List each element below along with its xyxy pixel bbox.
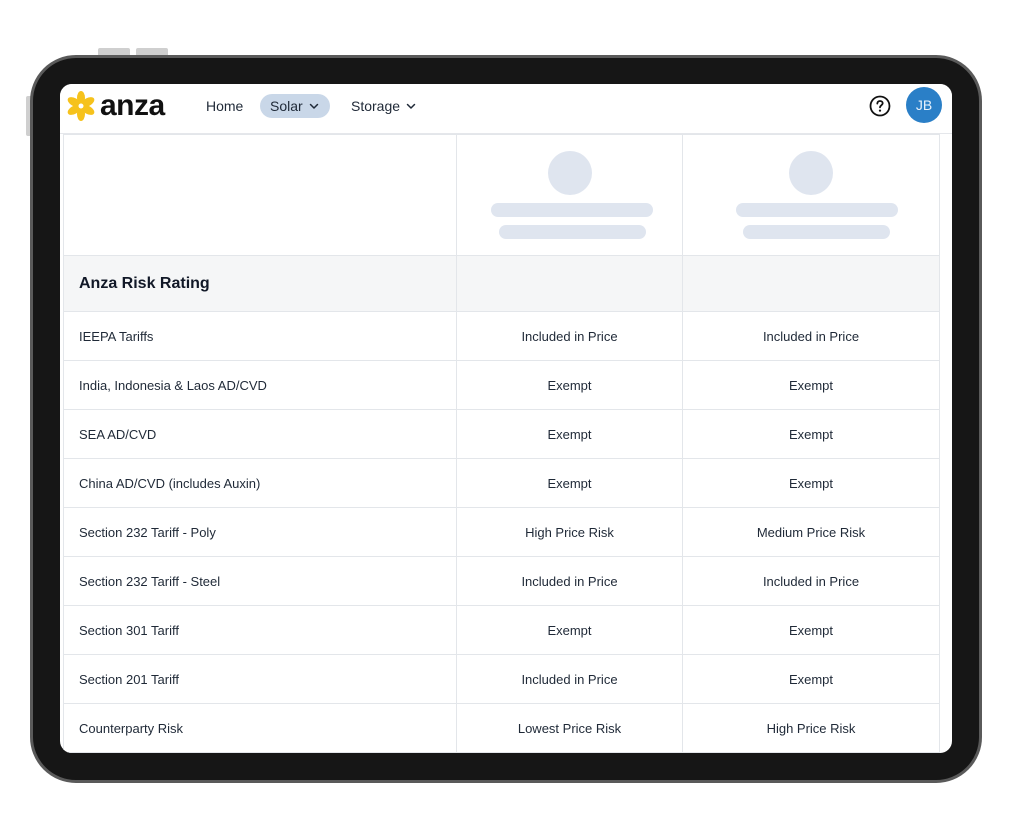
chevron-down-icon <box>406 103 416 109</box>
row-label: India, Indonesia & Laos AD/CVD <box>63 360 457 410</box>
row-value: Exempt <box>456 605 683 655</box>
avatar-initials: JB <box>915 97 933 113</box>
row-label: SEA AD/CVD <box>63 409 457 459</box>
row-value: Included in Price <box>682 311 940 361</box>
top-navbar: anza Home Solar Storage JB <box>60 84 952 134</box>
section-empty-cell <box>456 255 683 312</box>
brand-wordmark: anza <box>100 89 165 122</box>
row-value: Exempt <box>456 360 683 410</box>
question-circle-icon[interactable] <box>869 95 891 117</box>
table-row: China AD/CVD (includes Auxin) Exempt Exemp… <box>63 458 940 508</box>
skeleton-line <box>736 203 898 217</box>
app-screen: anza Home Solar Storage JB Anza Risk Rat… <box>60 84 952 753</box>
product-placeholder-1 <box>456 134 683 256</box>
nav-solar-label: Solar <box>270 98 303 114</box>
row-value: Lowest Price Risk <box>456 703 683 753</box>
section-title-cell: Anza Risk Rating <box>63 255 457 312</box>
section-title: Anza Risk Rating <box>79 274 210 292</box>
header-empty-cell <box>63 134 457 256</box>
avatar[interactable]: JB <box>906 87 942 123</box>
flower-logo-icon <box>67 91 95 121</box>
device-button <box>136 48 168 55</box>
nav-storage[interactable]: Storage <box>341 94 427 118</box>
table-row: IEEPA Tariffs Included in Price Included i… <box>63 311 940 361</box>
table-row: India, Indonesia & Laos AD/CVD Exempt Exem… <box>63 360 940 410</box>
row-value: Included in Price <box>456 311 683 361</box>
row-value: Exempt <box>682 458 940 508</box>
skeleton-avatar <box>547 151 592 195</box>
row-label: China AD/CVD (includes Auxin) <box>63 458 457 508</box>
row-label: IEEPA Tariffs <box>63 311 457 361</box>
row-value: Medium Price Risk <box>682 507 940 557</box>
table-row: Section 201 Tariff Included in Price Exemp… <box>63 654 940 704</box>
section-empty-cell <box>682 255 940 312</box>
nav-home[interactable]: Home <box>196 94 253 118</box>
table-row: SEA AD/CVD Exempt Exempt <box>63 409 940 459</box>
row-value: Included in Price <box>456 556 683 606</box>
skeleton-avatar <box>789 151 833 195</box>
table-header-row <box>63 134 940 256</box>
nav-home-label: Home <box>206 98 244 114</box>
nav-solar[interactable]: Solar <box>260 94 330 118</box>
skeleton-line <box>743 225 890 239</box>
section-header-row: Anza Risk Rating <box>63 255 940 312</box>
comparison-table: Anza Risk Rating IEEPA Tariffs Included i… <box>63 134 940 753</box>
product-placeholder-2 <box>682 134 940 256</box>
anza-logo[interactable]: anza <box>66 90 165 122</box>
row-value: Exempt <box>456 409 683 459</box>
row-label: Section 232 Tariff - Steel <box>63 556 457 606</box>
skeleton-line <box>499 225 646 239</box>
device-button <box>98 48 130 55</box>
row-value: Exempt <box>682 360 940 410</box>
row-label: Counterparty Risk <box>63 703 457 753</box>
nav-storage-label: Storage <box>351 98 401 114</box>
row-value: High Price Risk <box>682 703 940 753</box>
row-value: Included in Price <box>682 556 940 606</box>
row-label: Section 301 Tariff <box>63 605 457 655</box>
row-value: Exempt <box>682 605 940 655</box>
skeleton-line <box>491 203 653 217</box>
row-label: Section 232 Tariff - Poly <box>63 507 457 557</box>
row-value: Exempt <box>682 654 940 704</box>
row-label: Section 201 Tariff <box>63 654 457 704</box>
table-row: Section 232 Tariff - Poly High Price Risk… <box>63 507 940 557</box>
row-value: Included in Price <box>456 654 683 704</box>
table-row: Section 301 Tariff Exempt Exempt <box>63 605 940 655</box>
row-value: High Price Risk <box>456 507 683 557</box>
table-row: Counterparty Risk Lowest Price Risk High P… <box>63 703 940 753</box>
row-value: Exempt <box>456 458 683 508</box>
row-value: Exempt <box>682 409 940 459</box>
table-row: Section 232 Tariff - Steel Included in Pr… <box>63 556 940 606</box>
chevron-down-icon <box>309 103 318 109</box>
